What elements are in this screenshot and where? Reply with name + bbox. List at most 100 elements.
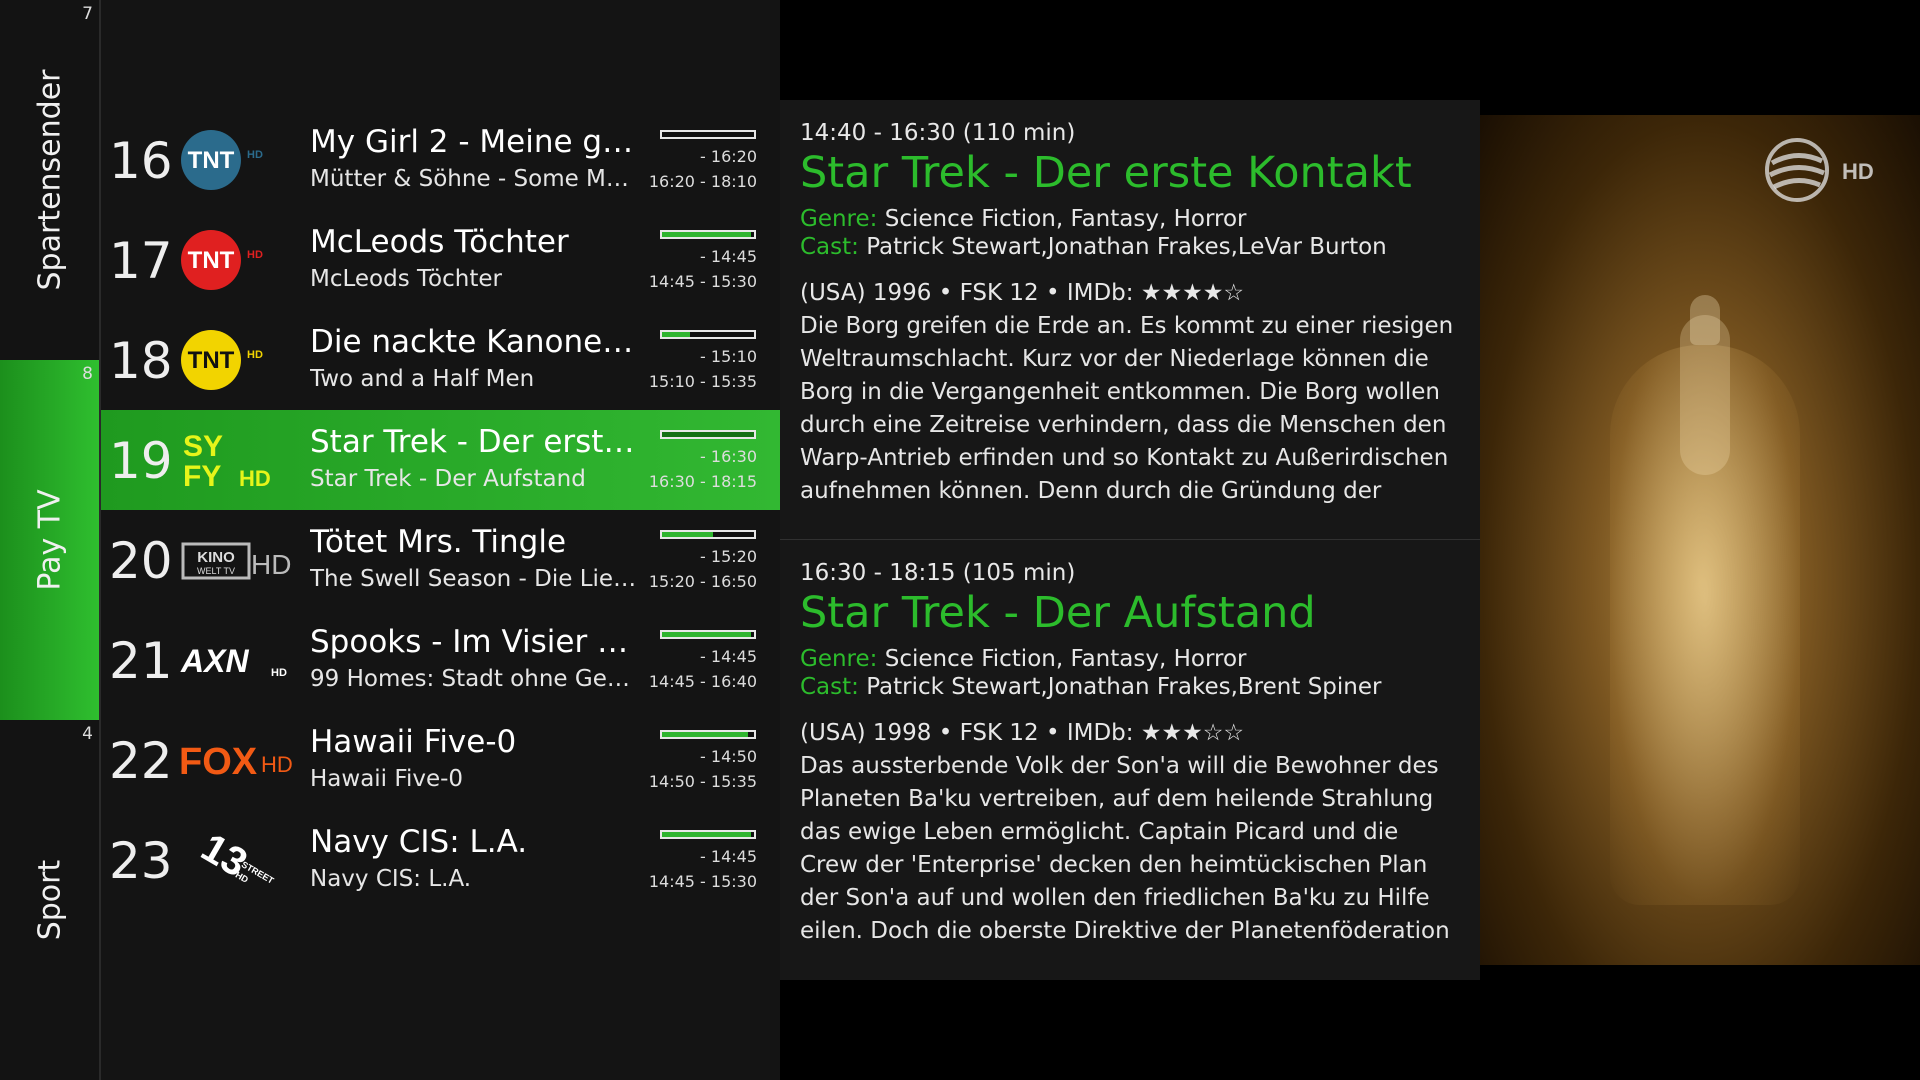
svg-text:WELT TV: WELT TV <box>197 566 235 576</box>
category-label: Pay TV <box>32 489 67 591</box>
program-genre: Genre: Science Fiction, Fantasy, Horror <box>800 646 1460 672</box>
program-title: Spooks - Im Visier des... <box>310 624 640 660</box>
program-title: McLeods Töchter <box>310 224 569 260</box>
progress-bar <box>660 330 756 339</box>
channel-number: 17 <box>109 232 173 290</box>
next-program-title: Navy CIS: L.A. <box>310 866 472 892</box>
category-pay-tv[interactable]: 8 Pay TV <box>0 360 99 720</box>
svg-text:TNT: TNT <box>188 347 235 374</box>
channel-row[interactable]: 22 FOX HD Hawaii Five-0 Hawaii Five-0 - 14:50… <box>101 710 780 810</box>
next-program-title: Star Trek - Der Aufstand <box>310 466 586 492</box>
next-program-time: 14:50 - 15:35 <box>648 772 757 791</box>
category-count: 7 <box>82 4 93 24</box>
channel-row[interactable]: 23 13 STREET HD Navy CIS: L.A. Navy CIS: L.A.… <box>101 810 780 910</box>
program-genre: Genre: Science Fiction, Fantasy, Horror <box>800 206 1460 232</box>
progress-fill <box>662 332 690 337</box>
svg-text:SY: SY <box>183 430 223 463</box>
progress-fill <box>662 632 752 637</box>
cast-value: Patrick Stewart,Jonathan Frakes,LeVar Bu… <box>866 234 1387 260</box>
channel-row[interactable]: 16 TNT HD My Girl 2 - Meine gro... Mütter & … <box>101 110 780 210</box>
category-label: Sport <box>32 859 67 941</box>
category-sport[interactable]: 4 Sport <box>0 720 99 1080</box>
channel-number: 23 <box>109 832 173 890</box>
channel-row[interactable]: 19 SYFY HD Star Trek - Der erste Kontakt Sta… <box>101 410 780 510</box>
svg-text:TNT: TNT <box>188 147 235 174</box>
svg-text:FOX: FOX <box>179 741 258 783</box>
svg-text:HD: HD <box>247 249 263 261</box>
current-program: 14:40 - 16:30 (110 min) Star Trek - Der … <box>780 100 1480 540</box>
progress-bar <box>660 530 756 539</box>
program-description: Das aussterbende Volk der Son'a will die… <box>800 753 1450 944</box>
channel-number: 22 <box>109 732 173 790</box>
progress-fill <box>662 732 748 737</box>
next-program-time: 14:45 - 16:40 <box>648 672 757 691</box>
channel-number: 19 <box>109 432 173 490</box>
next-program-time: 16:20 - 18:10 <box>648 172 757 191</box>
progress-fill <box>662 832 752 837</box>
program-title: Star Trek - Der erste Kontakt <box>800 148 1412 198</box>
cast-value: Patrick Stewart,Jonathan Frakes,Brent Sp… <box>866 674 1382 700</box>
channel-number: 21 <box>109 632 173 690</box>
program-title: Die nackte Kanone 2 ... <box>310 324 640 360</box>
next-program-title: 99 Homes: Stadt ohne Gew... <box>310 666 640 692</box>
next-program-time: 15:20 - 16:50 <box>648 572 757 591</box>
next-program-title: Mütter & Söhne - Some Mo... <box>310 166 640 192</box>
program-end-time: - 14:45 <box>700 647 757 666</box>
program-description: Die Borg greifen die Erde an. Es kommt z… <box>800 313 1454 504</box>
program-end-time: - 15:10 <box>700 347 757 366</box>
svg-text:AXN: AXN <box>180 643 249 679</box>
tnt-film-logo: TNT HD <box>179 128 299 192</box>
progress-fill <box>662 232 752 237</box>
category-count: 8 <box>82 364 93 384</box>
svg-text:HD: HD <box>251 549 291 580</box>
program-title: Tötet Mrs. Tingle <box>310 524 567 560</box>
program-title: Navy CIS: L.A. <box>310 824 528 860</box>
next-program-title: Hawaii Five-0 <box>310 766 464 792</box>
svg-text:TNT: TNT <box>188 247 235 274</box>
svg-text:HD: HD <box>247 149 263 161</box>
program-end-time: - 16:20 <box>700 147 757 166</box>
program-end-time: - 14:50 <box>700 747 757 766</box>
channel-row[interactable]: 21AXN HD Spooks - Im Visier des... 99 Homes… <box>101 610 780 710</box>
category-spartensender[interactable]: 7 Spartensender <box>0 0 99 360</box>
progress-bar <box>660 430 756 439</box>
svg-text:HD: HD <box>247 349 263 361</box>
axn-hd-logo: AXN HD <box>179 628 299 692</box>
program-cast: Cast: Patrick Stewart,Jonathan Frakes,Le… <box>800 234 1460 260</box>
svg-text:FY: FY <box>183 460 221 492</box>
program-end-time: - 14:45 <box>700 847 757 866</box>
genre-value: Science Fiction, Fantasy, Horror <box>884 206 1247 232</box>
next-program-title: Two and a Half Men <box>310 366 535 392</box>
next-program-title: The Swell Season - Die Lieb... <box>310 566 640 592</box>
program-info: (USA) 1996 • FSK 12 • IMDb: ★★★★☆ <box>800 280 1244 306</box>
channel-number: 18 <box>109 332 173 390</box>
sat1-hd-logo: HD <box>1765 138 1874 202</box>
program-info: (USA) 1998 • FSK 12 • IMDb: ★★★☆☆ <box>800 720 1244 746</box>
channel-number: 16 <box>109 132 173 190</box>
genre-label: Genre: <box>800 206 878 232</box>
next-program-time: 14:45 - 15:30 <box>648 872 757 891</box>
program-title: Star Trek - Der Aufstand <box>800 588 1316 638</box>
category-label: Spartensender <box>32 69 67 291</box>
svg-text:HD: HD <box>271 667 287 679</box>
next-program-title: McLeods Töchter <box>310 266 502 292</box>
category-count: 4 <box>82 724 93 744</box>
channel-number: 20 <box>109 532 173 590</box>
progress-bar <box>660 130 756 139</box>
next-program: 16:30 - 18:15 (105 min) Star Trek - Der … <box>780 540 1480 980</box>
video-preview: HD <box>1480 115 1920 965</box>
svg-text:KINO: KINO <box>197 549 235 566</box>
progress-bar <box>660 230 756 239</box>
program-title: Hawaii Five-0 <box>310 724 517 760</box>
program-title: Star Trek - Der erste Kontakt <box>310 424 640 460</box>
cast-label: Cast: <box>800 234 859 260</box>
channel-row[interactable]: 17 TNT HD McLeods Töchter McLeods Töchter - 1… <box>101 210 780 310</box>
program-cast: Cast: Patrick Stewart,Jonathan Frakes,Br… <box>800 674 1460 700</box>
tnt-serie-logo: TNT HD <box>179 228 299 292</box>
tnt-comedy-logo: TNT HD <box>179 328 299 392</box>
channel-row[interactable]: 18 TNT HD Die nackte Kanone 2 ... Two and a … <box>101 310 780 410</box>
channel-row[interactable]: 20 KINO WELT TV HD Tötet Mrs. Tingle The Swel… <box>101 510 780 610</box>
cast-label: Cast: <box>800 674 859 700</box>
progress-bar <box>660 830 756 839</box>
video-frame-stopper <box>1690 295 1720 345</box>
